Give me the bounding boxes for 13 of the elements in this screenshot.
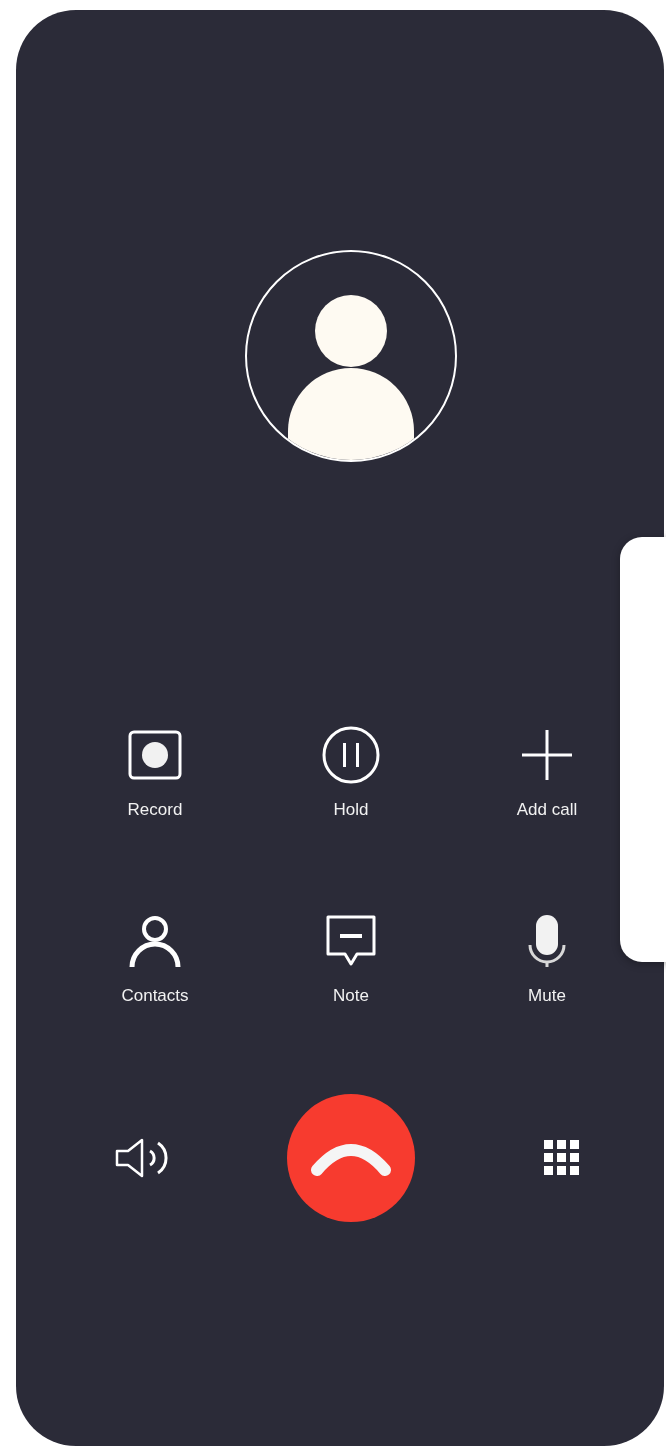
- call-action-button[interactable]: Record: [127, 725, 183, 823]
- call-action-button[interactable]: Mute: [527, 910, 567, 1008]
- keypad-icon: [544, 1140, 580, 1176]
- call-action-button[interactable]: Hold: [321, 725, 381, 823]
- record-icon: [128, 730, 182, 780]
- call-action-button[interactable]: Note: [325, 910, 377, 1008]
- pause-icon: [321, 725, 381, 785]
- plus-icon: [520, 728, 574, 782]
- microphone-icon: [527, 912, 567, 969]
- call-action-button[interactable]: Contacts: [121, 910, 189, 1008]
- speaker-icon: [114, 1137, 170, 1179]
- message-icon: [325, 913, 377, 968]
- call-action-button[interactable]: Add call: [516, 725, 578, 823]
